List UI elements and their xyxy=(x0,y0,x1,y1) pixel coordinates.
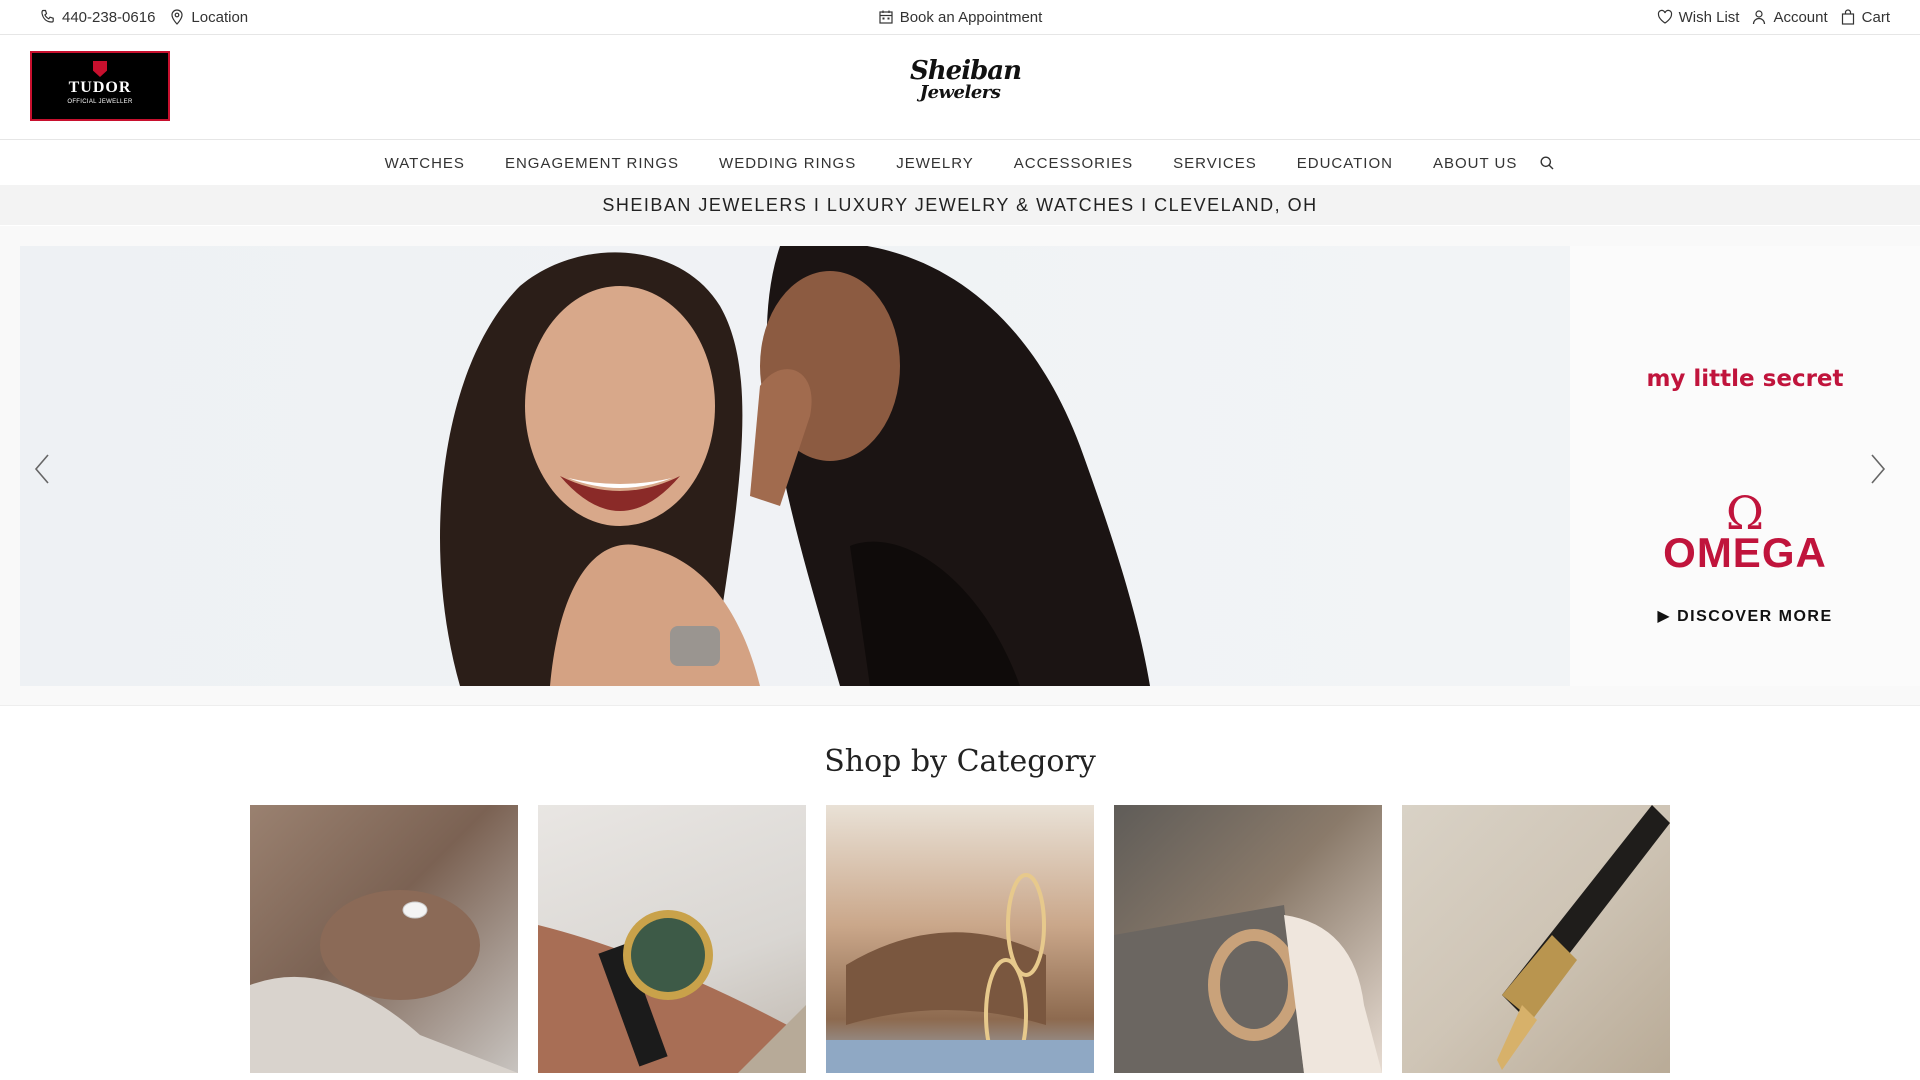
nav-item-education[interactable]: EDUCATION xyxy=(1277,155,1413,172)
tudor-official-jeweller-badge[interactable]: TUDOR OFFICIAL JEWELLER xyxy=(30,51,170,121)
category-grid xyxy=(250,805,1670,1073)
location-link[interactable]: Location xyxy=(169,9,248,26)
location-pin-icon xyxy=(171,9,184,25)
top-utility-bar: 440-238-0616 Location Book an Appointmen… xyxy=(0,0,1920,35)
topbar-left: 440-238-0616 Location xyxy=(40,9,248,26)
account-link[interactable]: Account xyxy=(1751,8,1828,26)
wishlist-link[interactable]: Wish List xyxy=(1657,8,1740,26)
nav-item-jewelry[interactable]: JEWELRY xyxy=(876,155,994,172)
chevron-left-icon[interactable] xyxy=(28,451,58,487)
category-tile-watch[interactable] xyxy=(538,805,806,1073)
nav-item-about-us[interactable]: ABOUT US xyxy=(1413,155,1537,172)
account-label: Account xyxy=(1773,8,1828,26)
book-appointment-link[interactable]: Book an Appointment xyxy=(878,8,1043,26)
bracelets-and-rings-image xyxy=(826,873,1094,1073)
appointment-label: Book an Appointment xyxy=(899,8,1043,26)
cart-label: Cart xyxy=(1861,8,1890,26)
tudor-sub-text: OFFICIAL JEWELLER xyxy=(67,99,133,105)
tagline-bar: SHEIBAN JEWELERS I LUXURY JEWELRY & WATC… xyxy=(0,185,1920,225)
nav-item-engagement-rings[interactable]: ENGAGEMENT RINGS xyxy=(485,155,699,172)
topbar-right: Wish List Account Cart xyxy=(1657,9,1890,26)
logo-line-2: Jewelers xyxy=(919,81,1001,103)
fountain-pen-image xyxy=(1497,805,1670,1070)
ring-polishing-image xyxy=(1114,905,1382,1073)
category-tile-engagement-ring[interactable] xyxy=(250,805,518,1073)
omega-wordmark: OMEGA xyxy=(1663,529,1827,576)
watch-on-wrist-image xyxy=(538,910,806,1073)
topbar-center: Book an Appointment xyxy=(850,9,1070,26)
nav-item-services[interactable]: SERVICES xyxy=(1153,155,1277,172)
phone-number: 440-238-0616 xyxy=(62,8,156,26)
logo-line-1: Sheiban xyxy=(910,56,1022,86)
wishlist-label: Wish List xyxy=(1678,8,1740,26)
tudor-brand-text: TUDOR xyxy=(68,79,132,96)
cart-link[interactable]: Cart xyxy=(1840,9,1890,26)
category-tile-services[interactable] xyxy=(1114,805,1382,1073)
search-icon[interactable] xyxy=(1539,155,1555,171)
category-tile-accessories[interactable] xyxy=(1402,805,1670,1073)
chevron-right-icon[interactable] xyxy=(1862,451,1892,487)
category-tile-jewelry[interactable] xyxy=(826,805,1094,1073)
phone-icon xyxy=(41,9,54,23)
main-navigation: WATCHES ENGAGEMENT RINGS WEDDING RINGS J… xyxy=(0,141,1920,185)
nav-item-wedding-rings[interactable]: WEDDING RINGS xyxy=(699,155,876,172)
discover-more-link[interactable]: ▶ DISCOVER MORE xyxy=(1570,606,1920,626)
tudor-shield-icon xyxy=(93,61,107,77)
my-little-secret-text: my little secret xyxy=(1646,366,1844,392)
hero-model-right-figure xyxy=(750,246,1150,686)
nav-item-watches[interactable]: WATCHES xyxy=(365,155,485,172)
heart-icon xyxy=(1657,9,1672,24)
shop-by-category-heading: Shop by Category xyxy=(824,744,1096,779)
nav-item-accessories[interactable]: ACCESSORIES xyxy=(994,155,1153,172)
user-icon xyxy=(1753,10,1766,25)
hero-slider: my little secret Ω OMEGA ▶ DISCOVER MORE xyxy=(0,226,1920,706)
shopping-bag-icon xyxy=(1841,9,1854,25)
sheiban-jewelers-logo[interactable]: Sheiban Jewelers xyxy=(910,56,1022,103)
location-label: Location xyxy=(191,8,249,26)
site-header: TUDOR OFFICIAL JEWELLER Sheiban Jewelers xyxy=(0,35,1920,140)
hero-image[interactable] xyxy=(20,246,1570,686)
engagement-ring-image xyxy=(250,890,518,1073)
phone-link[interactable]: 440-238-0616 xyxy=(40,9,155,26)
calendar-icon xyxy=(879,10,893,24)
